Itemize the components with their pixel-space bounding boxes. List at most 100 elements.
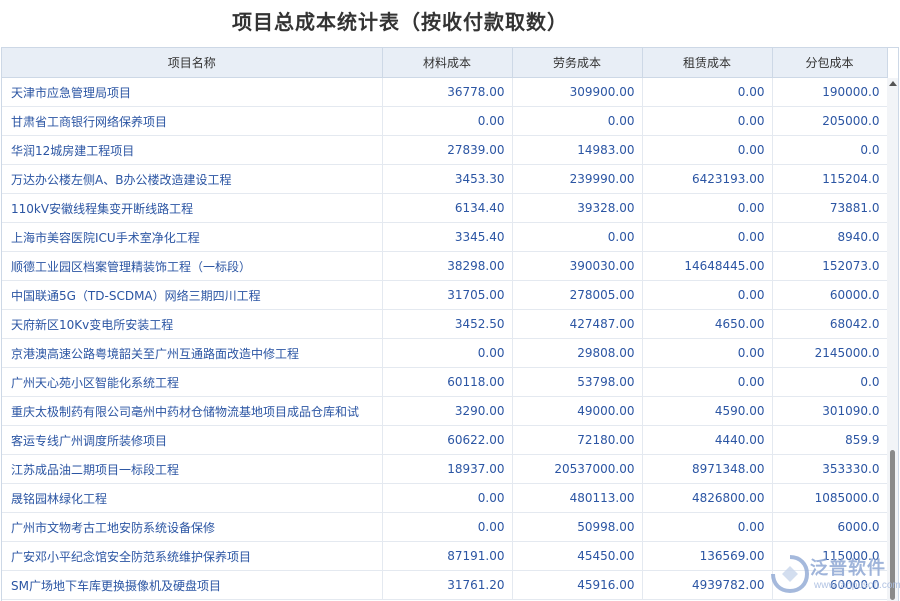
table-row[interactable]: 中国联通5G（TD-SCDMA）网络三期四川工程31705.00278005.0… [2, 281, 887, 310]
table-row[interactable]: 广安邓小平纪念馆安全防范系统维护保养项目87191.0045450.001365… [2, 542, 887, 571]
table-row[interactable]: 顺德工业园区档案管理精装饰工程（一标段）38298.00390030.00146… [2, 252, 887, 281]
cell-lease-cost: 0.00 [642, 339, 772, 368]
cell-subcontract-cost: 859.9 [772, 426, 887, 455]
cell-lease-cost: 0.00 [642, 513, 772, 542]
cell-material-cost: 3452.50 [382, 310, 512, 339]
cell-subcontract-cost: 2145000.0 [772, 339, 887, 368]
cell-labor-cost: 50998.00 [512, 513, 642, 542]
cell-subcontract-cost: 73881.0 [772, 194, 887, 223]
cost-table: 项目名称 材料成本 劳务成本 租赁成本 分包成本 天津市应急管理局项目36778… [2, 48, 888, 600]
cell-project-name[interactable]: 客运专线广州调度所装修项目 [2, 426, 382, 455]
cell-material-cost: 38298.00 [382, 252, 512, 281]
table-row[interactable]: 京港澳高速公路粤境韶关至广州互通路面改造中修工程0.0029808.000.00… [2, 339, 887, 368]
cell-lease-cost: 0.00 [642, 78, 772, 107]
cell-lease-cost: 0.00 [642, 281, 772, 310]
cell-material-cost: 6134.40 [382, 194, 512, 223]
cell-project-name[interactable]: 110kV安徽线程集变开断线路工程 [2, 194, 382, 223]
watermark-url-text: www.fanpusoft.com [814, 580, 900, 591]
cell-material-cost: 3345.40 [382, 223, 512, 252]
cell-project-name[interactable]: 万达办公楼左侧A、B办公楼改造建设工程 [2, 165, 382, 194]
table-row[interactable]: 110kV安徽线程集变开断线路工程6134.4039328.000.007388… [2, 194, 887, 223]
cell-material-cost: 18937.00 [382, 455, 512, 484]
cell-labor-cost: 278005.00 [512, 281, 642, 310]
cell-material-cost: 87191.00 [382, 542, 512, 571]
cell-project-name[interactable]: 顺德工业园区档案管理精装饰工程（一标段） [2, 252, 382, 281]
cell-material-cost: 31705.00 [382, 281, 512, 310]
cell-project-name[interactable]: 广安邓小平纪念馆安全防范系统维护保养项目 [2, 542, 382, 571]
cell-material-cost: 36778.00 [382, 78, 512, 107]
cell-lease-cost: 4440.00 [642, 426, 772, 455]
cell-lease-cost: 6423193.00 [642, 165, 772, 194]
table-row[interactable]: 晟铭园林绿化工程0.00480113.004826800.001085000.0 [2, 484, 887, 513]
table-row[interactable]: 客运专线广州调度所装修项目60622.0072180.004440.00859.… [2, 426, 887, 455]
cell-project-name[interactable]: SM广场地下车库更换摄像机及硬盘项目 [2, 571, 382, 600]
cell-project-name[interactable]: 天府新区10Kv变电所安装工程 [2, 310, 382, 339]
cell-lease-cost: 8971348.00 [642, 455, 772, 484]
column-header-material-cost[interactable]: 材料成本 [382, 48, 512, 78]
cell-project-name[interactable]: 天津市应急管理局项目 [2, 78, 382, 107]
table-row[interactable]: 万达办公楼左侧A、B办公楼改造建设工程3453.30239990.0064231… [2, 165, 887, 194]
table-row[interactable]: 天府新区10Kv变电所安装工程3452.50427487.004650.0068… [2, 310, 887, 339]
cell-project-name[interactable]: 中国联通5G（TD-SCDMA）网络三期四川工程 [2, 281, 382, 310]
cell-subcontract-cost: 60000.0 [772, 281, 887, 310]
table-row[interactable]: 广州市文物考古工地安防系统设备保修0.0050998.000.006000.0 [2, 513, 887, 542]
cell-labor-cost: 29808.00 [512, 339, 642, 368]
table-row[interactable]: 甘肃省工商银行网络保养项目0.000.000.00205000.0 [2, 107, 887, 136]
cell-labor-cost: 72180.00 [512, 426, 642, 455]
column-header-lease-cost[interactable]: 租赁成本 [642, 48, 772, 78]
cell-lease-cost: 0.00 [642, 194, 772, 223]
cell-material-cost: 31761.20 [382, 571, 512, 600]
cell-project-name[interactable]: 上海市美容医院ICU手术室净化工程 [2, 223, 382, 252]
cell-material-cost: 60118.00 [382, 368, 512, 397]
cell-project-name[interactable]: 江苏成品油二期项目一标段工程 [2, 455, 382, 484]
cell-labor-cost: 427487.00 [512, 310, 642, 339]
cell-material-cost: 3290.00 [382, 397, 512, 426]
cell-material-cost: 3453.30 [382, 165, 512, 194]
column-header-project-name[interactable]: 项目名称 [2, 48, 382, 78]
cell-labor-cost: 0.00 [512, 223, 642, 252]
cell-project-name[interactable]: 京港澳高速公路粤境韶关至广州互通路面改造中修工程 [2, 339, 382, 368]
cell-labor-cost: 45916.00 [512, 571, 642, 600]
table-row[interactable]: 广州天心苑小区智能化系统工程60118.0053798.000.000.0 [2, 368, 887, 397]
cell-project-name[interactable]: 广州天心苑小区智能化系统工程 [2, 368, 382, 397]
cell-project-name[interactable]: 晟铭园林绿化工程 [2, 484, 382, 513]
cell-lease-cost: 0.00 [642, 136, 772, 165]
cell-subcontract-cost: 1085000.0 [772, 484, 887, 513]
cell-labor-cost: 53798.00 [512, 368, 642, 397]
table-row[interactable]: 上海市美容医院ICU手术室净化工程3345.400.000.008940.0 [2, 223, 887, 252]
cell-material-cost: 27839.00 [382, 136, 512, 165]
scroll-up-arrow-icon[interactable] [889, 81, 897, 86]
cell-labor-cost: 20537000.00 [512, 455, 642, 484]
cell-lease-cost: 4939782.00 [642, 571, 772, 600]
cell-lease-cost: 0.00 [642, 223, 772, 252]
cell-lease-cost: 4590.00 [642, 397, 772, 426]
table-row[interactable]: SM广场地下车库更换摄像机及硬盘项目31761.2045916.00493978… [2, 571, 887, 600]
column-header-subcontract-cost[interactable]: 分包成本 [772, 48, 887, 78]
cell-project-name[interactable]: 华润12城房建工程项目 [2, 136, 382, 165]
table-header-row: 项目名称 材料成本 劳务成本 租赁成本 分包成本 [2, 48, 887, 78]
cell-subcontract-cost: 0.0 [772, 368, 887, 397]
cell-project-name[interactable]: 甘肃省工商银行网络保养项目 [2, 107, 382, 136]
table-row[interactable]: 华润12城房建工程项目27839.0014983.000.000.0 [2, 136, 887, 165]
cell-labor-cost: 239990.00 [512, 165, 642, 194]
cell-material-cost: 0.00 [382, 107, 512, 136]
table-body: 天津市应急管理局项目36778.00309900.000.00190000.0甘… [2, 78, 887, 600]
fanpu-logo-icon [770, 554, 810, 594]
cell-subcontract-cost: 353330.0 [772, 455, 887, 484]
cell-labor-cost: 49000.00 [512, 397, 642, 426]
cell-subcontract-cost: 8940.0 [772, 223, 887, 252]
cell-lease-cost: 0.00 [642, 368, 772, 397]
table-row[interactable]: 天津市应急管理局项目36778.00309900.000.00190000.0 [2, 78, 887, 107]
table-row[interactable]: 重庆太极制药有限公司亳州中药材仓储物流基地项目成品仓库和试3290.004900… [2, 397, 887, 426]
brand-watermark: 泛普软件 www.fanpusoft.com [770, 552, 900, 600]
cell-project-name[interactable]: 重庆太极制药有限公司亳州中药材仓储物流基地项目成品仓库和试 [2, 397, 382, 426]
cell-project-name[interactable]: 广州市文物考古工地安防系统设备保修 [2, 513, 382, 542]
cell-labor-cost: 14983.00 [512, 136, 642, 165]
table-row[interactable]: 江苏成品油二期项目一标段工程18937.0020537000.008971348… [2, 455, 887, 484]
cell-subcontract-cost: 205000.0 [772, 107, 887, 136]
column-header-labor-cost[interactable]: 劳务成本 [512, 48, 642, 78]
cell-material-cost: 0.00 [382, 484, 512, 513]
vertical-scrollbar[interactable] [887, 78, 898, 601]
cell-subcontract-cost: 6000.0 [772, 513, 887, 542]
page-title: 项目总成本统计表（按收付款取数） [0, 6, 800, 35]
